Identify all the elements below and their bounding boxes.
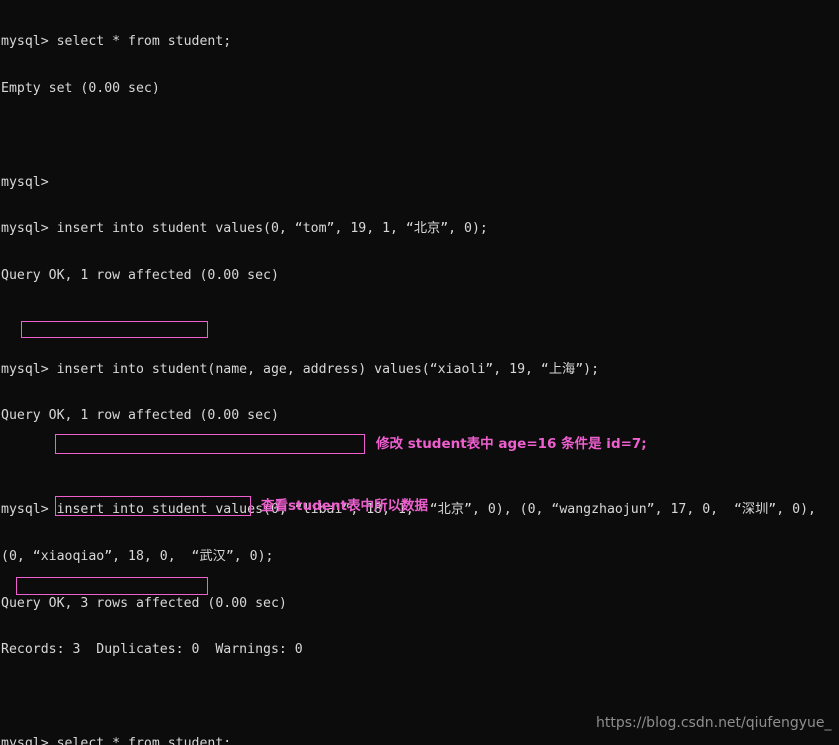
watermark-url: https://blog.csdn.net/qiufengyue_ (596, 715, 832, 731)
terminal-line: mysql> insert into student(name, age, ad… (1, 361, 600, 377)
terminal-line: mysql> select * from student; (1, 34, 232, 50)
annotation-select-note: 查看student表中所以数据 (261, 498, 428, 514)
terminal-line: Query OK, 1 row affected (0.00 sec) (1, 408, 279, 424)
terminal-screen: mysql> select * from student; Empty set … (0, 0, 839, 745)
terminal-line: Records: 3 Duplicates: 0 Warnings: 0 (1, 642, 303, 658)
terminal-line: (0, “xiaoqiao”, 18, 0, “武汉”, 0); (1, 548, 274, 564)
terminal-line: Empty set (0.00 sec) (1, 80, 160, 96)
terminal-line: mysql> insert into student values(0, “to… (1, 221, 488, 237)
terminal-line: Query OK, 3 rows affected (0.00 sec) (1, 595, 287, 611)
terminal-line: Query OK, 1 row affected (0.00 sec) (1, 268, 279, 284)
terminal-line: mysql> select * from student; (1, 735, 232, 745)
terminal-output[interactable]: mysql> select * from student; Empty set … (0, 0, 839, 745)
annotation-update-note: 修改 student表中 age=16 条件是 id=7; (376, 436, 647, 452)
terminal-line: mysql> (1, 174, 49, 190)
